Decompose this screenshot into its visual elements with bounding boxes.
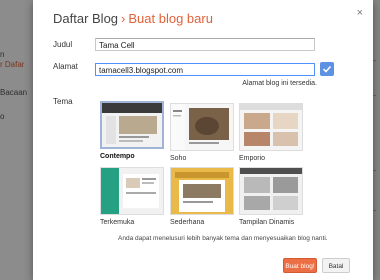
address-hint: Alamat blog ini tersedia. (242, 80, 317, 87)
theme-name: Emporio (239, 155, 266, 162)
footer-note: Anda dapat menelusuri lebih banyak tema … (118, 235, 328, 242)
theme-name: Sederhana (170, 219, 205, 226)
address-available-check-icon[interactable] (320, 62, 334, 76)
theme-name: Terkemuka (100, 219, 135, 226)
theme-emporio[interactable]: Emporio (239, 103, 303, 162)
create-blog-button[interactable]: Buat blog! (283, 258, 317, 273)
blog-address-input[interactable]: tamacell3.blogspot.com (95, 63, 315, 76)
theme-label: Tema (53, 97, 73, 106)
theme-tampilan-dinamis[interactable]: Tampilan Dinamis (239, 167, 303, 226)
create-blog-dialog: × Daftar Blog › Buat blog baru Judul Tama … (33, 0, 373, 280)
theme-thumbnail (100, 101, 164, 149)
theme-terkemuka[interactable]: Terkemuka (100, 167, 164, 226)
close-icon[interactable]: × (357, 7, 363, 19)
theme-contempo[interactable]: Contempo (100, 101, 164, 160)
breadcrumb-parent[interactable]: Daftar Blog (53, 11, 118, 26)
cancel-button[interactable]: Batal (322, 258, 350, 273)
dialog-title: Daftar Blog › Buat blog baru (53, 11, 213, 26)
blog-title-input[interactable]: Tama Cell (95, 38, 315, 51)
breadcrumb-separator: › (121, 11, 126, 26)
theme-thumbnail (170, 167, 234, 215)
title-label: Judul (53, 40, 73, 49)
theme-name: Tampilan Dinamis (239, 219, 295, 226)
theme-soho[interactable]: Soho (170, 103, 234, 162)
breadcrumb-current: Buat blog baru (128, 11, 213, 26)
theme-thumbnail (170, 103, 234, 151)
theme-thumbnail (239, 103, 303, 151)
theme-thumbnail (100, 167, 164, 215)
address-label: Alamat (53, 62, 78, 71)
theme-thumbnail (239, 167, 303, 215)
theme-name: Contempo (100, 153, 135, 160)
theme-name: Soho (170, 155, 187, 162)
theme-sederhana[interactable]: Sederhana (170, 167, 234, 226)
